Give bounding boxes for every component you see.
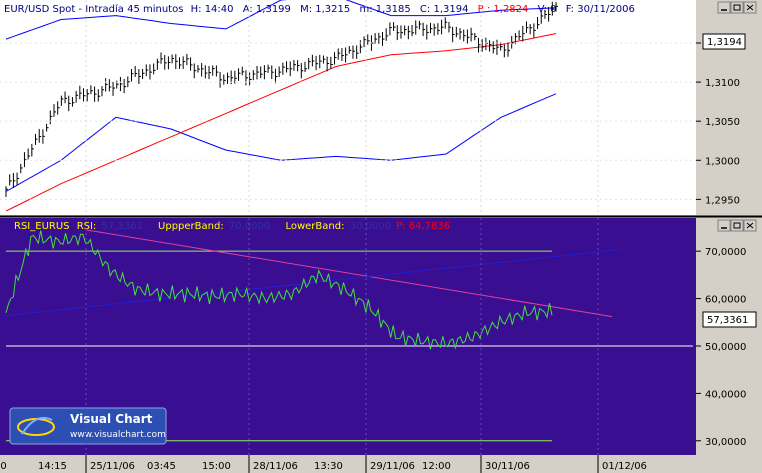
rsi-title-part: RSI:: [77, 221, 97, 232]
x-tick-label: 29/11/06: [370, 461, 415, 472]
price-tick-label: 1,3100: [705, 78, 740, 89]
rsi-tick-label: 60,0000: [705, 295, 746, 306]
price-tick-label: 1,2950: [705, 195, 740, 206]
rsi-title-part: UppperBand:: [158, 221, 224, 232]
rsi-title-part: RSI_EURUS: [14, 221, 70, 232]
rsi-title-part: 57,3361: [102, 221, 143, 232]
rsi-restore-button: [730, 219, 744, 232]
rsi-tick-label: 70,0000: [705, 247, 746, 258]
price-last-value-label: 1,3194: [707, 37, 742, 48]
rsi-panel-title: RSI_EURUS RSI: 57,3361 UppperBand: 70,00…: [14, 221, 450, 232]
rsi-tick-label: 50,0000: [705, 342, 746, 353]
logo-title: Visual Chart: [70, 412, 153, 426]
x-tick-label: 25/11/06: [90, 461, 135, 472]
ohlc-stat: P : 1,2824: [478, 4, 529, 15]
ohlc-stat: A: 1,3199: [243, 4, 291, 15]
ohlc-stat: C: 1,3194: [420, 4, 469, 15]
price-plot-area[interactable]: [0, 0, 696, 215]
price-panel-title: EUR/USD Spot - Intradía 45 minutos H: 14…: [4, 3, 635, 15]
price-minimize-button: [717, 1, 731, 14]
price-window-buttons: [717, 1, 757, 14]
ohlc-stat: V: 0: [538, 4, 557, 15]
ohlc-stat: H: 14:40: [191, 4, 234, 15]
x-tick-label: 28/11/06: [253, 461, 298, 472]
ohlc-stat: M: 1,3215: [300, 4, 350, 15]
rsi-minimize-button: [717, 219, 731, 232]
price-tick-label: 1,3050: [705, 117, 740, 128]
price-last-value: 1,3194: [702, 33, 746, 50]
rsi-tick-label: 40,0000: [705, 389, 746, 400]
x-tick-label: 12:00: [422, 461, 451, 472]
rsi-title-part: 70,0000: [229, 221, 270, 232]
price-tick-label: 1,3000: [705, 156, 740, 167]
rsi-tick-label: 30,0000: [705, 437, 746, 448]
logo-url: www.visualchart.com: [70, 430, 166, 440]
x-tick-label: 15:00: [202, 461, 231, 472]
ohlc-stat: F: 30/11/2006: [566, 4, 635, 15]
rsi-title-part: LowerBand:: [285, 221, 344, 232]
x-tick-label: 03:45: [147, 461, 176, 472]
rsi-window-buttons: [717, 219, 757, 232]
x-tick-label: 30/11/06: [485, 461, 530, 472]
visual-chart-logo: Visual Chart www.visualchart.com: [9, 407, 167, 445]
x-tick-label: 13:30: [314, 461, 343, 472]
ohlc-stat: m: 1,3185: [359, 4, 410, 15]
x-tick-label: 00: [0, 461, 7, 472]
rsi-title-part: P: 64,7836: [396, 221, 450, 232]
x-tick-label: 01/12/06: [602, 461, 647, 472]
rsi-last-value-label: 57,3361: [707, 315, 748, 326]
x-tick-label: 14:15: [38, 461, 67, 472]
rsi-last-value: 57,3361: [702, 311, 757, 328]
price-restore-button: [730, 1, 744, 14]
price-axis-area: [696, 0, 762, 215]
trading-chart: 1,29501,30001,30501,31001,3150 EUR/USD S…: [0, 0, 762, 473]
rsi-title-part: 30,0000: [350, 221, 391, 232]
instrument-title: EUR/USD Spot - Intradía 45 minutos: [4, 3, 183, 15]
